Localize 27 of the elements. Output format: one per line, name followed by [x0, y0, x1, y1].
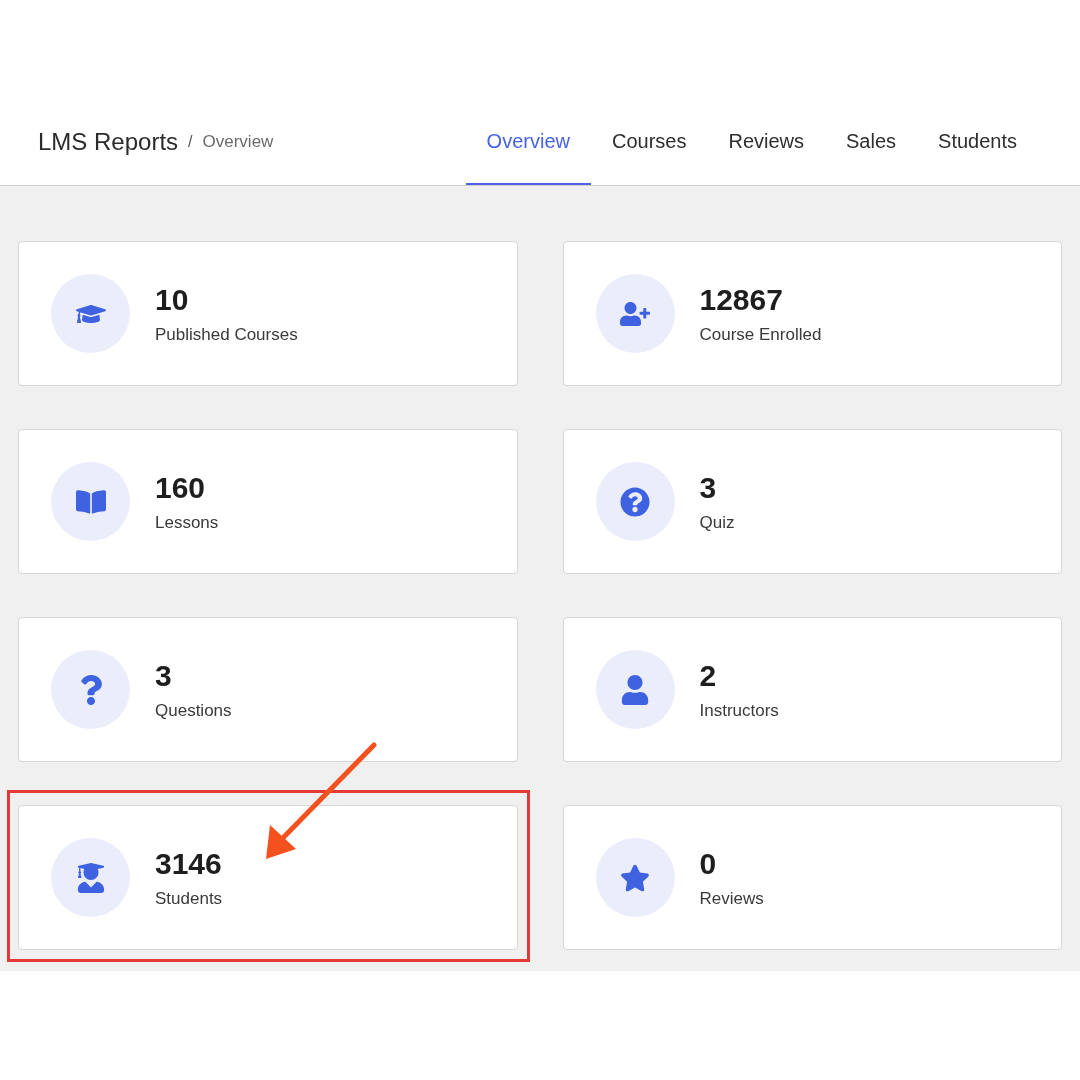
page-title: LMS Reports	[38, 127, 179, 157]
stat-value: 12867	[699, 282, 784, 317]
nav-tab[interactable]: Reviews	[707, 115, 825, 185]
stat-value: 160	[155, 470, 207, 505]
stat-value: 10	[155, 282, 190, 317]
star-icon	[620, 862, 650, 893]
stat-value: 3	[699, 470, 718, 505]
stat-label: Quiz	[699, 512, 735, 533]
user-icon	[620, 674, 650, 705]
stat-value: 3	[155, 658, 173, 693]
stat-label: Instructors	[699, 700, 779, 721]
stat-label: Published Courses	[155, 324, 298, 345]
breadcrumb-separator: /	[188, 132, 193, 152]
stat-value: 2	[699, 658, 718, 693]
breadcrumb-item: Overview	[202, 131, 274, 154]
student-icon	[75, 862, 106, 893]
stat-value: 0	[699, 846, 718, 881]
stat-label: Lessons	[155, 512, 219, 533]
nav-tab[interactable]: Students	[917, 115, 1038, 185]
stat-label: Students	[155, 888, 223, 909]
stat-label: Questions	[155, 700, 232, 721]
stat-label: Reviews	[699, 888, 764, 909]
question-icon	[620, 486, 650, 517]
nav-tab[interactable]: Sales	[825, 115, 918, 185]
stat-value: 3146	[155, 846, 223, 881]
nav-tab[interactable]: Courses	[590, 115, 708, 185]
stat-label: Course Enrolled	[699, 324, 822, 345]
